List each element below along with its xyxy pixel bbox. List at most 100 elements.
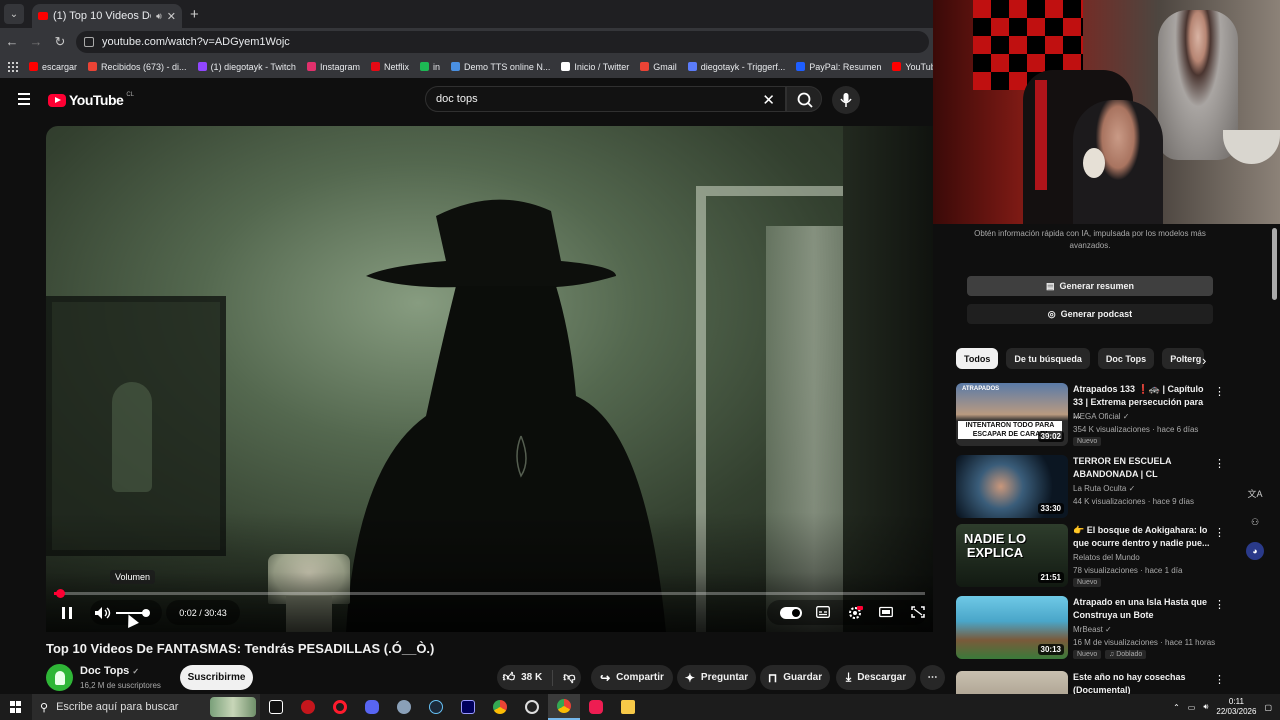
video-player[interactable]: Volumen 0:02 / 30:43 bbox=[46, 126, 933, 632]
reload-icon[interactable]: ↻ bbox=[48, 34, 72, 50]
voice-search-button[interactable] bbox=[832, 86, 860, 114]
video-thumbnail[interactable] bbox=[956, 671, 1068, 694]
video-title[interactable]: 👉 El bosque de Aokigahara: lo que ocurre… bbox=[1073, 524, 1213, 550]
download-button[interactable]: ⤓ Descargar bbox=[836, 665, 916, 690]
chrome-active-icon[interactable] bbox=[548, 694, 580, 720]
channel-avatar[interactable] bbox=[46, 664, 73, 691]
network-icon[interactable]: ▭ bbox=[1188, 703, 1196, 712]
tiktok-icon[interactable] bbox=[580, 694, 612, 720]
like-count[interactable]: 38 K bbox=[521, 672, 542, 683]
file-explorer-icon[interactable] bbox=[612, 694, 644, 720]
channel-name[interactable]: Relatos del Mundo bbox=[1073, 553, 1140, 562]
notifications-icon[interactable]: ▢ bbox=[1264, 703, 1272, 712]
more-actions-button[interactable]: ⋯ bbox=[920, 665, 945, 690]
video-thumbnail[interactable]: ATRAPADOS INTENTARON TODO PARA ESCAPAR D… bbox=[956, 383, 1068, 446]
more-options-icon[interactable]: ⋮ bbox=[1214, 385, 1225, 398]
address-bar[interactable]: youtube.com/watch?v=ADGyem1Wojc bbox=[76, 30, 929, 53]
volume-icon[interactable]: 🔊︎ bbox=[1203, 702, 1208, 712]
progress-bar[interactable] bbox=[54, 589, 925, 598]
discord-overlay-icon[interactable]: ◕ bbox=[1246, 542, 1264, 560]
new-tab-button[interactable]: + bbox=[190, 6, 199, 23]
theater-mode-icon[interactable] bbox=[879, 606, 893, 618]
translate-icon[interactable]: 文A bbox=[1246, 484, 1264, 502]
bookmark-item[interactable]: YouTube bbox=[892, 62, 933, 72]
bookmark-item[interactable]: (1) diegotayk - Twitch bbox=[197, 62, 296, 72]
forward-arrow-icon[interactable]: → bbox=[24, 34, 48, 49]
bookmark-item[interactable]: Instagram bbox=[306, 62, 360, 72]
recommended-video[interactable]: ATRAPADOS INTENTARON TODO PARA ESCAPAR D… bbox=[956, 383, 1226, 447]
video-title[interactable]: Atrapado en una Isla Hasta que Construya… bbox=[1073, 596, 1213, 622]
bookmark-item[interactable]: Inicio / Twitter bbox=[561, 62, 629, 72]
volume-slider-knob[interactable] bbox=[142, 609, 150, 617]
save-button[interactable]: ⊓ Guardar bbox=[760, 665, 830, 690]
chrome-icon[interactable] bbox=[484, 694, 516, 720]
bookmark-item[interactable]: Recibidos (673) - di... bbox=[88, 62, 187, 72]
app-icon-6[interactable] bbox=[388, 694, 420, 720]
settings-gear-icon[interactable] bbox=[847, 605, 863, 621]
chip-todos[interactable]: Todos bbox=[956, 348, 999, 369]
video-thumbnail[interactable]: NADIE LO EXPLICA 21:51 bbox=[956, 524, 1068, 587]
thumbs-down-icon[interactable]: 👎︎ bbox=[563, 670, 575, 685]
bookmark-item[interactable]: diegotayk - Triggerf... bbox=[687, 62, 785, 72]
autoplay-toggle[interactable] bbox=[780, 607, 802, 619]
search-input[interactable]: doc tops ✕ bbox=[425, 86, 786, 112]
bookmark-item[interactable]: escargar bbox=[29, 62, 77, 72]
channel-name[interactable]: MEGA Oficial ✓ bbox=[1073, 412, 1130, 421]
tab-close-icon[interactable]: ✕ bbox=[167, 10, 176, 23]
obs-icon[interactable] bbox=[516, 694, 548, 720]
chevron-right-icon[interactable]: › bbox=[1202, 353, 1206, 368]
browser-tab-active[interactable]: (1) Top 10 Videos De FANTA 🔊︎ ✕ bbox=[32, 4, 182, 28]
steam-icon[interactable] bbox=[420, 694, 452, 720]
tiktok-live-app-icon[interactable] bbox=[260, 694, 292, 720]
video-thumbnail[interactable]: 30:13 bbox=[956, 596, 1068, 659]
generate-podcast-button[interactable]: ◎ Generar podcast bbox=[967, 304, 1213, 324]
opera-gx-icon[interactable] bbox=[324, 694, 356, 720]
thumbs-up-icon[interactable]: 👍︎ bbox=[503, 670, 516, 685]
video-thumbnail[interactable]: 33:30 bbox=[956, 455, 1068, 518]
recommended-video[interactable]: Este año no hay cosechas (Documental) ⋮ bbox=[956, 671, 1226, 694]
channel-name[interactable]: Doc Tops ✓ bbox=[80, 665, 139, 677]
chevron-up-icon[interactable]: ⌃ bbox=[1173, 703, 1180, 712]
subtitles-icon[interactable] bbox=[816, 606, 830, 618]
fullscreen-icon[interactable] bbox=[911, 606, 925, 618]
bookmark-item[interactable]: Demo TTS online N... bbox=[451, 62, 550, 72]
premiere-pro-icon[interactable] bbox=[452, 694, 484, 720]
youtube-logo[interactable]: YouTube CL bbox=[48, 92, 134, 108]
recommended-video[interactable]: NADIE LO EXPLICA 21:51 👉 El bosque de Ao… bbox=[956, 524, 1226, 588]
hamburger-icon[interactable] bbox=[18, 93, 30, 105]
chip-doc-tops[interactable]: Doc Tops bbox=[1097, 348, 1155, 369]
search-button[interactable] bbox=[786, 86, 822, 112]
generate-summary-button[interactable]: ▤ Generar resumen bbox=[967, 276, 1213, 296]
share-button[interactable]: ↪ Compartir bbox=[591, 665, 673, 690]
more-options-icon[interactable]: ⋮ bbox=[1214, 457, 1225, 470]
progress-scrubber[interactable] bbox=[56, 589, 65, 598]
bookmark-item[interactable]: in bbox=[419, 62, 440, 72]
chip-poltergeist[interactable]: Polterg bbox=[1162, 348, 1205, 369]
chip-de-tu-busqueda[interactable]: De tu búsqueda bbox=[1006, 348, 1090, 369]
channel-name[interactable]: La Ruta Oculta ✓ bbox=[1073, 484, 1135, 493]
discord-icon[interactable] bbox=[356, 694, 388, 720]
apps-grid-icon[interactable] bbox=[8, 61, 18, 72]
ask-button[interactable]: ✦ Preguntar bbox=[677, 665, 756, 690]
windows-start-icon[interactable] bbox=[10, 701, 22, 713]
taskbar-search[interactable]: ⚲ Escribe aquí para buscar bbox=[32, 694, 260, 720]
volume-speaker-icon[interactable] bbox=[94, 606, 112, 620]
extensions-icon[interactable]: ⚇ bbox=[1246, 513, 1264, 531]
subscribe-button[interactable]: Suscribirme bbox=[180, 665, 253, 690]
recommended-video[interactable]: 30:13 Atrapado en una Isla Hasta que Con… bbox=[956, 596, 1226, 660]
site-info-icon[interactable] bbox=[84, 36, 94, 47]
video-title[interactable]: TERROR EN ESCUELA ABANDONADA | CL bbox=[1073, 455, 1213, 481]
pause-icon[interactable] bbox=[62, 607, 72, 619]
bookmark-item[interactable]: PayPal: Resumen bbox=[796, 62, 881, 72]
tab-search-dropdown[interactable]: ⌄ bbox=[4, 4, 24, 24]
bookmark-item[interactable]: Gmail bbox=[640, 62, 677, 72]
more-options-icon[interactable]: ⋮ bbox=[1214, 598, 1225, 611]
scrollbar-thumb[interactable] bbox=[1272, 228, 1277, 300]
clock[interactable]: 0:11 22/03/2026 bbox=[1216, 697, 1256, 717]
more-options-icon[interactable]: ⋮ bbox=[1214, 526, 1225, 539]
recommended-video[interactable]: 33:30 TERROR EN ESCUELA ABANDONADA | CL … bbox=[956, 455, 1226, 519]
back-arrow-icon[interactable]: ← bbox=[0, 34, 24, 49]
bookmark-item[interactable]: Netflix bbox=[370, 62, 409, 72]
red-app-icon[interactable] bbox=[292, 694, 324, 720]
video-title[interactable]: Este año no hay cosechas (Documental) bbox=[1073, 671, 1213, 694]
